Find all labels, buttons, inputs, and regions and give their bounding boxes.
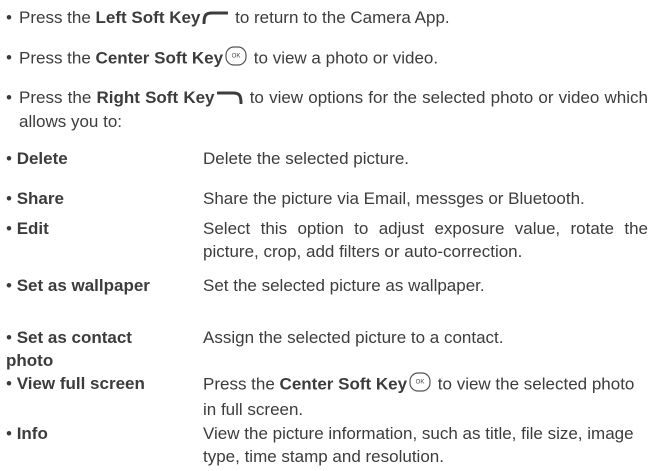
bullet: • xyxy=(6,48,12,67)
option-term: Set as contact photo xyxy=(6,328,132,370)
key-name: Left Soft Key xyxy=(95,8,201,27)
center-ok-key-icon: OK xyxy=(225,46,247,72)
svg-text:OK: OK xyxy=(232,54,241,60)
intro-item-left-soft-key: • Press the Left Soft Key to return to t… xyxy=(6,6,648,30)
option-description: Set the selected picture as wallpaper. xyxy=(203,276,485,295)
option-description: Assign the selected picture to a contact… xyxy=(203,328,504,347)
option-description: Delete the selected picture. xyxy=(203,149,410,168)
key-name: Center Soft Key xyxy=(279,374,408,394)
center-ok-key-icon: OK xyxy=(409,372,431,398)
svg-text:OK: OK xyxy=(416,380,425,386)
option-term: Share xyxy=(16,189,64,208)
option-term: View full screen xyxy=(16,374,145,393)
option-term: Info xyxy=(16,424,48,443)
bullet: • xyxy=(6,8,12,27)
key-name: Right Soft Key xyxy=(96,88,215,107)
left-soft-key-icon xyxy=(202,7,229,30)
option-description: View the picture information, such as ti… xyxy=(203,424,634,466)
option-description: Share the picture via Email, messges or … xyxy=(203,189,585,208)
right-soft-key-icon xyxy=(216,87,243,110)
key-name: Center Soft Key xyxy=(95,48,224,68)
option-description: Select this option to adjust exposure va… xyxy=(203,219,648,261)
intro-item-right-soft-key: • Press the Right Soft Key to view optio… xyxy=(6,87,648,132)
bullet: • xyxy=(6,88,12,107)
option-term: Edit xyxy=(16,219,49,238)
option-description: Press the Center Soft Key OK to view the … xyxy=(203,372,648,421)
manual-page: • Press the Left Soft Key to return to t… xyxy=(6,6,648,466)
option-term: Set as wallpaper xyxy=(16,276,150,295)
intro-item-center-soft-key: • Press the Center Soft Key OK to view a … xyxy=(6,46,648,72)
option-term: Delete xyxy=(16,149,68,168)
